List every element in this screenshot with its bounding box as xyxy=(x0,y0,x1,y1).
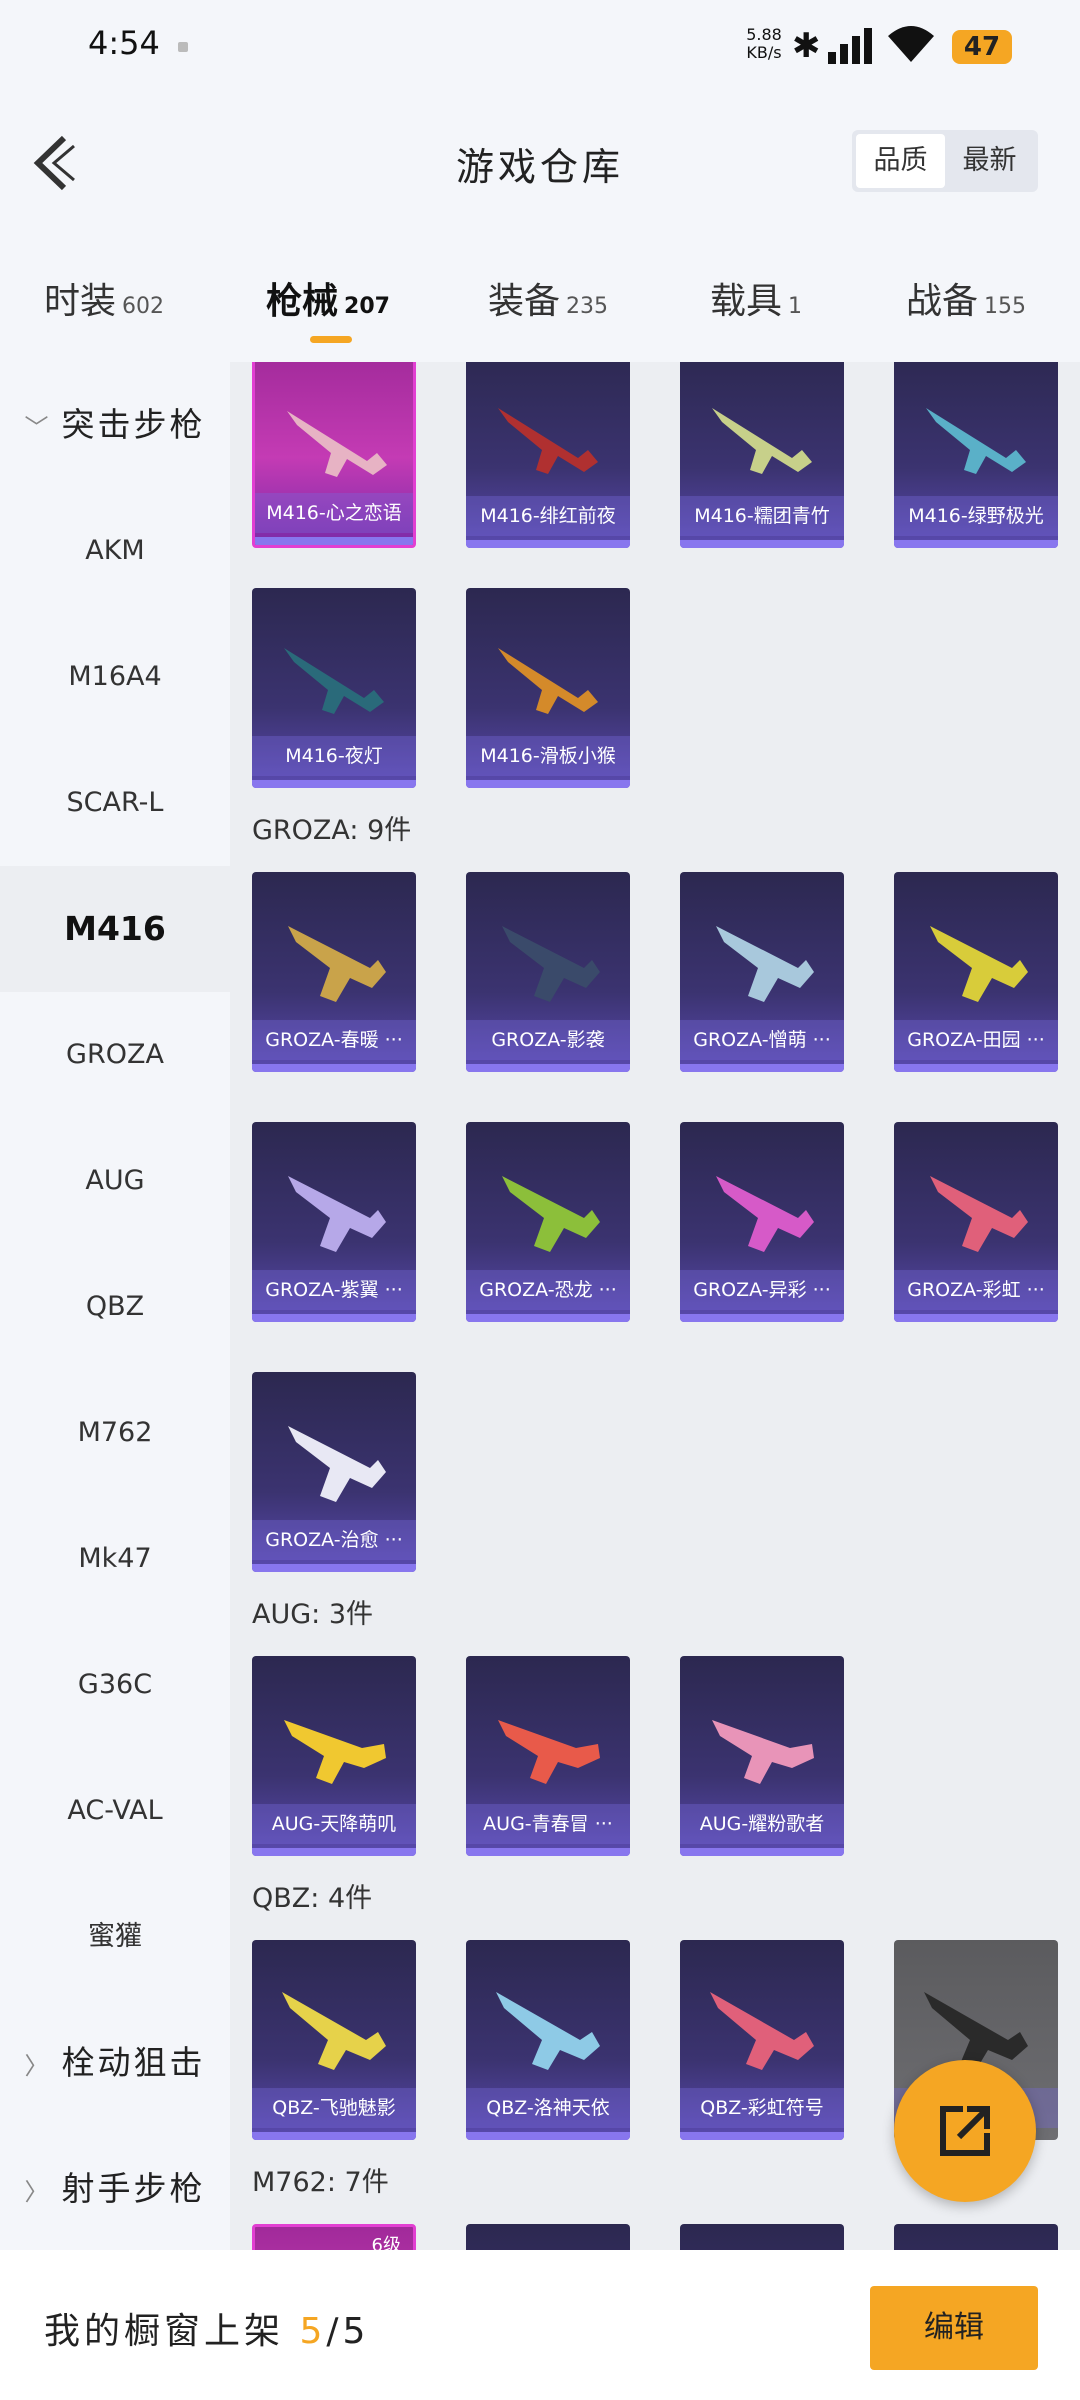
tab-guns[interactable]: 枪械 207 xyxy=(266,272,390,343)
skin-card[interactable]: GROZA-田园 ··· xyxy=(894,872,1058,1072)
skin-card[interactable]: AUG-青春冒 ··· xyxy=(466,1656,630,1856)
sidebar-item-m16a4[interactable]: M16A4 xyxy=(0,614,230,740)
skin-card[interactable]: M416-糯团青竹 xyxy=(680,362,844,548)
share-icon xyxy=(940,2106,990,2156)
bottom-bar: 我的橱窗上架 5/5 编辑 xyxy=(0,2250,1080,2400)
skin-card[interactable]: QBZ-洛神天依 xyxy=(466,1940,630,2140)
tab-fashion[interactable]: 时装 602 xyxy=(44,272,164,324)
sort-newest-button[interactable]: 最新 xyxy=(945,134,1034,188)
sidebar-group-assault[interactable]: ﹀ 突击步枪 xyxy=(0,362,230,488)
gun-icon xyxy=(498,648,598,714)
skin-card[interactable]: GROZA-异彩 ··· xyxy=(680,1122,844,1322)
sidebar-item-honey-badger[interactable]: 蜜獾 xyxy=(0,1874,230,2000)
skin-card[interactable]: GROZA-恐龙 ··· xyxy=(466,1122,630,1322)
gun-icon xyxy=(716,926,814,1002)
gun-icon xyxy=(496,1992,600,2070)
weapon-sidebar: ﹀ 突击步枪 AKM M16A4 SCAR-L M416 GROZA AUG QB… xyxy=(0,362,230,2250)
skin-card[interactable]: GROZA-憎萌 ··· xyxy=(680,872,844,1072)
sidebar-item-groza[interactable]: GROZA xyxy=(0,992,230,1118)
wifi-icon xyxy=(888,26,934,62)
sidebar-item-akm[interactable]: AKM xyxy=(0,488,230,614)
skin-card[interactable]: GROZA-影袭 xyxy=(466,872,630,1072)
sidebar-item-aug[interactable]: AUG xyxy=(0,1118,230,1244)
section-title-qbz: QBZ: 4件 xyxy=(252,1883,373,1914)
sidebar-item-m416[interactable]: M416 xyxy=(0,866,230,992)
section-title-m762: M762: 7件 xyxy=(252,2167,389,2198)
skin-card[interactable]: M416-绿野极光 xyxy=(894,362,1058,548)
gun-icon xyxy=(288,926,386,1002)
sort-quality-button[interactable]: 品质 xyxy=(856,134,945,188)
edit-button[interactable]: 编辑 xyxy=(870,2286,1038,2370)
gun-icon xyxy=(288,1176,386,1252)
gun-icon xyxy=(287,411,387,477)
gun-icon xyxy=(288,1426,386,1502)
gun-icon xyxy=(282,1992,386,2070)
sidebar-item-ac-val[interactable]: AC-VAL xyxy=(0,1748,230,1874)
weapon-grid: M416-心之恋语 M416-绯红前夜 M416-糯团青竹 M416-绿野极光 … xyxy=(230,362,1080,2250)
category-tabs: 时装 602 枪械 207 装备 235 载具 1 战备 155 xyxy=(0,232,1080,362)
gun-icon xyxy=(716,1176,814,1252)
bluetooth-icon: ✱ xyxy=(792,26,821,66)
battery-indicator: 47 xyxy=(952,30,1012,64)
section-title-aug: AUG: 3件 xyxy=(252,1599,374,1630)
gun-icon xyxy=(284,1720,386,1784)
gun-icon xyxy=(502,926,600,1002)
gun-icon xyxy=(710,1992,814,2070)
skin-card[interactable] xyxy=(894,2224,1058,2250)
status-bar: 4:54 5.88 KB/s ✱ 47 xyxy=(0,0,1080,92)
sidebar-item-m762[interactable]: M762 xyxy=(0,1370,230,1496)
skin-card[interactable]: QBZ-飞驰魅影 xyxy=(252,1940,416,2140)
gun-icon xyxy=(284,648,384,714)
gun-icon xyxy=(502,1176,600,1252)
share-button[interactable] xyxy=(894,2060,1036,2202)
showcase-status: 我的橱窗上架 5/5 xyxy=(44,2311,370,2352)
skin-card[interactable]: GROZA-紫翼 ··· xyxy=(252,1122,416,1322)
gun-icon xyxy=(930,926,1028,1002)
skin-card[interactable]: GROZA-彩虹 ··· xyxy=(894,1122,1058,1322)
skin-card[interactable]: M416-滑板小猴 xyxy=(466,588,630,788)
header: 游戏仓库 品质 最新 xyxy=(0,92,1080,232)
gun-icon xyxy=(498,408,598,474)
tab-equipment[interactable]: 装备 235 xyxy=(488,272,608,324)
chevron-down-icon: ﹀ xyxy=(24,414,52,442)
gun-icon xyxy=(926,408,1026,474)
notification-dot-icon xyxy=(178,42,188,52)
chevron-right-icon: 〉 xyxy=(24,2052,52,2080)
skin-card[interactable]: M416-夜灯 xyxy=(252,588,416,788)
tab-vehicles[interactable]: 载具 1 xyxy=(710,272,802,324)
tab-supplies[interactable]: 战备 155 xyxy=(906,272,1026,324)
skin-card[interactable]: GROZA-春暖 ··· xyxy=(252,872,416,1072)
sidebar-item-g36c[interactable]: G36C xyxy=(0,1622,230,1748)
chevron-right-icon: 〉 xyxy=(24,2178,52,2206)
sidebar-group-bolt[interactable]: 〉栓动狙击 xyxy=(0,2000,230,2126)
skin-card[interactable]: 6级 xyxy=(252,2224,416,2250)
skin-card[interactable]: GROZA-治愈 ··· xyxy=(252,1372,416,1572)
skin-card[interactable] xyxy=(680,2224,844,2250)
gun-icon xyxy=(930,1176,1028,1252)
skin-card[interactable]: AUG-耀粉歌者 xyxy=(680,1656,844,1856)
skin-card[interactable]: M416-心之恋语 xyxy=(252,362,416,548)
status-time: 4:54 xyxy=(88,24,160,62)
active-tab-indicator xyxy=(310,336,352,343)
net-speed: 5.88 KB/s xyxy=(746,25,782,62)
skin-card[interactable]: M416-绯红前夜 xyxy=(466,362,630,548)
skin-card[interactable] xyxy=(466,2224,630,2250)
sidebar-item-scar-l[interactable]: SCAR-L xyxy=(0,740,230,866)
signal-icon xyxy=(828,28,872,64)
sidebar-group-marksman[interactable]: 〉射手步枪 xyxy=(0,2126,230,2252)
gun-icon xyxy=(498,1720,600,1784)
sidebar-item-mk47[interactable]: Mk47 xyxy=(0,1496,230,1622)
level-badge: 6级 xyxy=(371,2235,401,2250)
sort-toggle: 品质 最新 xyxy=(852,130,1038,192)
gun-icon xyxy=(712,1720,814,1784)
section-title-groza: GROZA: 9件 xyxy=(252,815,412,846)
sidebar-item-qbz[interactable]: QBZ xyxy=(0,1244,230,1370)
gun-icon xyxy=(712,408,812,474)
skin-card[interactable]: AUG-天降萌叽 xyxy=(252,1656,416,1856)
skin-card[interactable]: QBZ-彩虹符号 xyxy=(680,1940,844,2140)
